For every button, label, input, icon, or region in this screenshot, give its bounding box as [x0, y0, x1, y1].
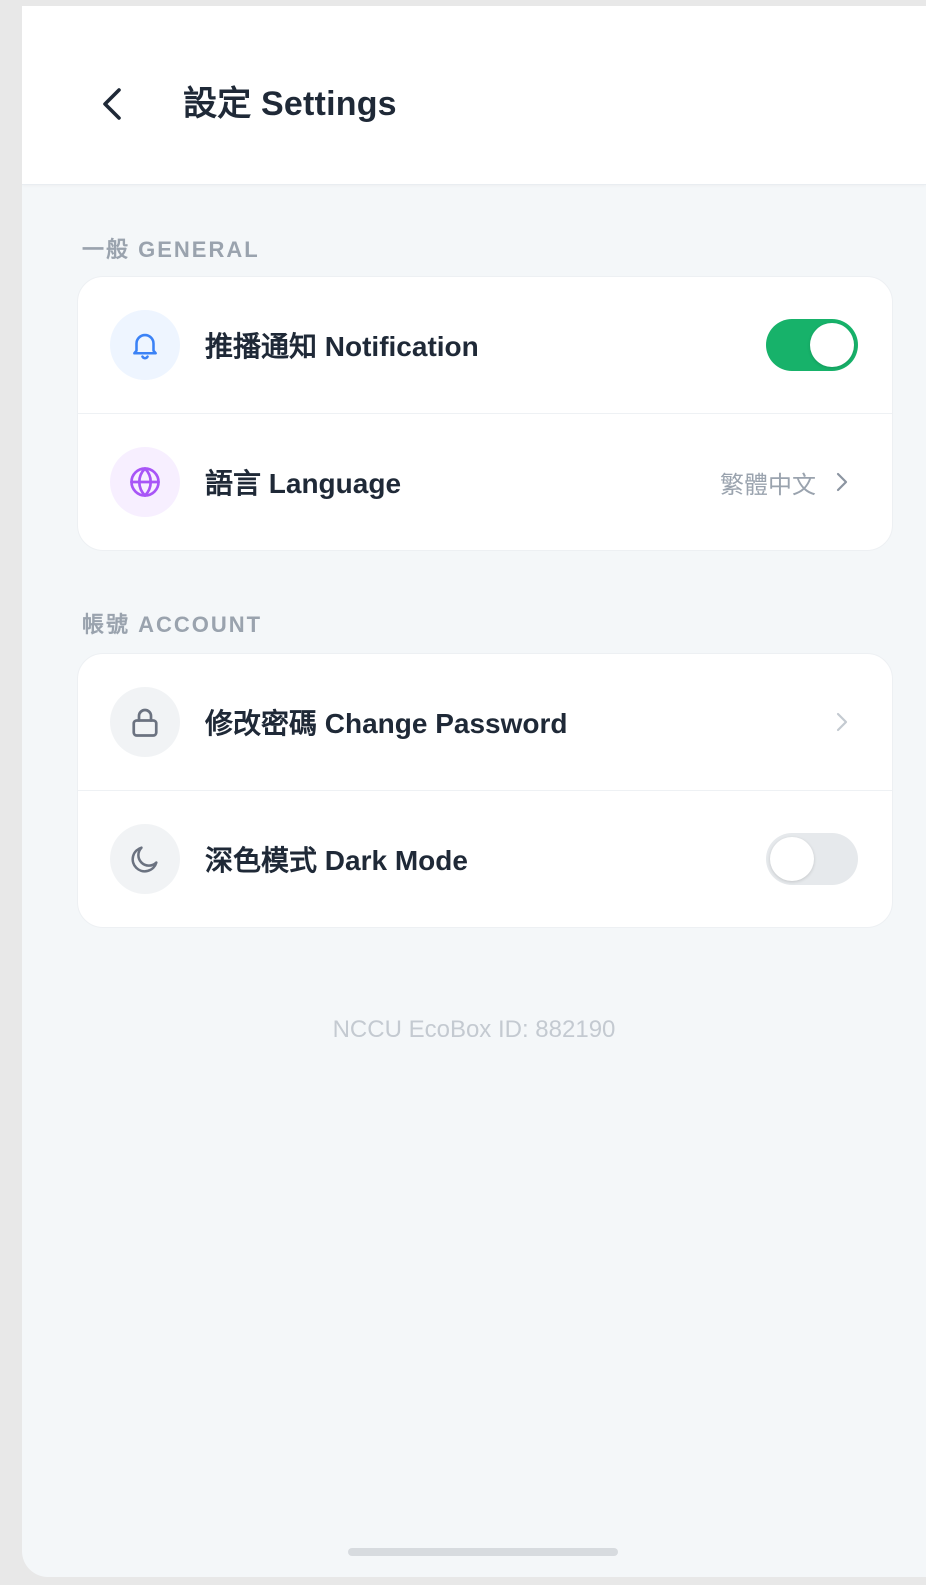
dark-mode-row[interactable]: 深色模式 Dark Mode	[78, 790, 892, 927]
bell-icon-wrapper	[110, 310, 180, 380]
section-label-account: 帳號 ACCOUNT	[82, 612, 263, 637]
chevron-left-icon	[103, 88, 121, 120]
dark-mode-label: 深色模式 Dark Mode	[205, 845, 468, 876]
app-id-text: NCCU EcoBox ID: 882190	[332, 1016, 616, 1043]
header-bar: 設定 Settings	[22, 6, 926, 185]
globe-icon-wrapper	[110, 447, 180, 517]
account-card: 修改密碼 Change Password 深色模式 Dark Mode	[77, 653, 893, 928]
section-label-general: 一般 GENERAL	[82, 237, 260, 262]
language-row[interactable]: 語言 Language 繁體中文	[78, 413, 892, 550]
page-title: 設定 Settings	[183, 85, 397, 123]
lock-icon	[132, 708, 158, 737]
globe-icon	[130, 467, 160, 497]
toggle-knob	[810, 323, 854, 367]
language-label: 語言 Language	[205, 468, 402, 499]
notification-label: 推播通知 Notification	[205, 331, 479, 362]
notification-toggle[interactable]	[766, 319, 858, 371]
moon-icon-wrapper	[110, 824, 180, 894]
settings-screen: 設定 Settings 一般 GENERAL 推播通知 Notification	[22, 6, 926, 1577]
back-button[interactable]	[84, 76, 140, 132]
change-password-label: 修改密碼 Change Password	[205, 708, 568, 739]
moon-icon	[131, 846, 158, 873]
chevron-right-icon	[830, 710, 854, 734]
notification-row[interactable]: 推播通知 Notification	[78, 277, 892, 413]
dark-mode-toggle[interactable]	[766, 833, 858, 885]
lock-icon-wrapper	[110, 687, 180, 757]
language-value: 繁體中文	[720, 471, 816, 499]
toggle-knob	[770, 837, 814, 881]
general-card: 推播通知 Notification 語言 Language 繁體中文	[77, 276, 893, 551]
chevron-right-icon	[830, 470, 854, 494]
bell-icon	[133, 333, 157, 360]
change-password-row[interactable]: 修改密碼 Change Password	[78, 654, 892, 790]
home-indicator[interactable]	[348, 1548, 618, 1556]
